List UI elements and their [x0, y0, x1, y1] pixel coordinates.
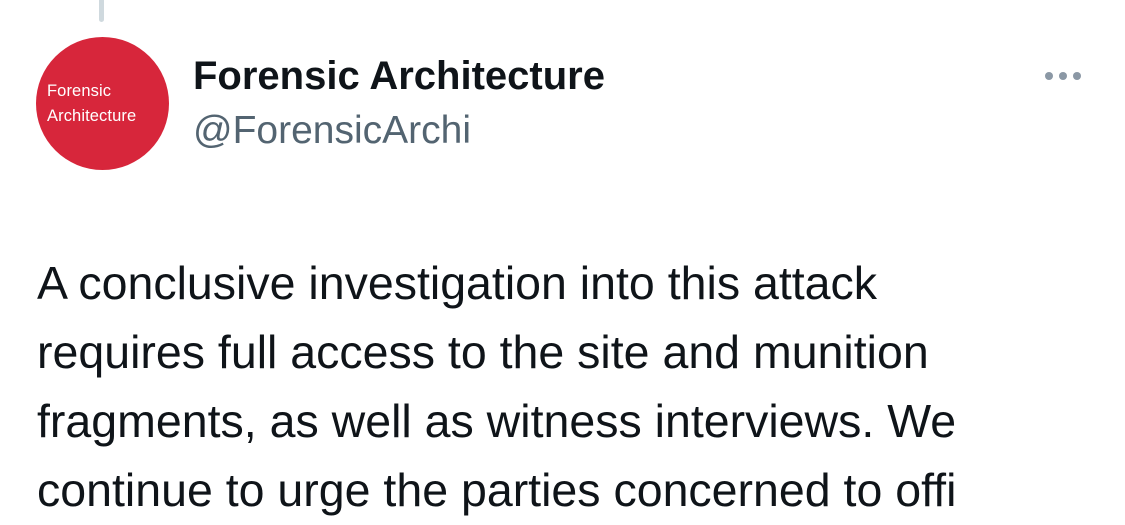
more-horizontal-icon [1059, 72, 1067, 80]
author-display-name[interactable]: Forensic Architecture [193, 52, 605, 100]
avatar-text-line1: Forensic [47, 81, 112, 100]
tweet-text-line: fragments, as well as witness interviews… [37, 395, 957, 447]
tweet-text-line: A conclusive investigation into this att… [37, 257, 878, 309]
more-horizontal-icon [1073, 72, 1081, 80]
more-horizontal-icon [1045, 72, 1053, 80]
avatar-text-line2: Architecture [47, 106, 137, 125]
thread-connector-line [99, 0, 104, 22]
tweet-text: A conclusive investigation into this att… [37, 249, 1107, 525]
tweet-text-line: continue to urge the parties concerned t… [37, 464, 957, 516]
avatar[interactable]: Forensic Architecture [36, 37, 169, 170]
tweet-text-line: requires full access to the site and mun… [37, 326, 929, 378]
author-handle[interactable]: @ForensicArchi [193, 107, 471, 155]
more-options-button[interactable] [1036, 62, 1090, 90]
